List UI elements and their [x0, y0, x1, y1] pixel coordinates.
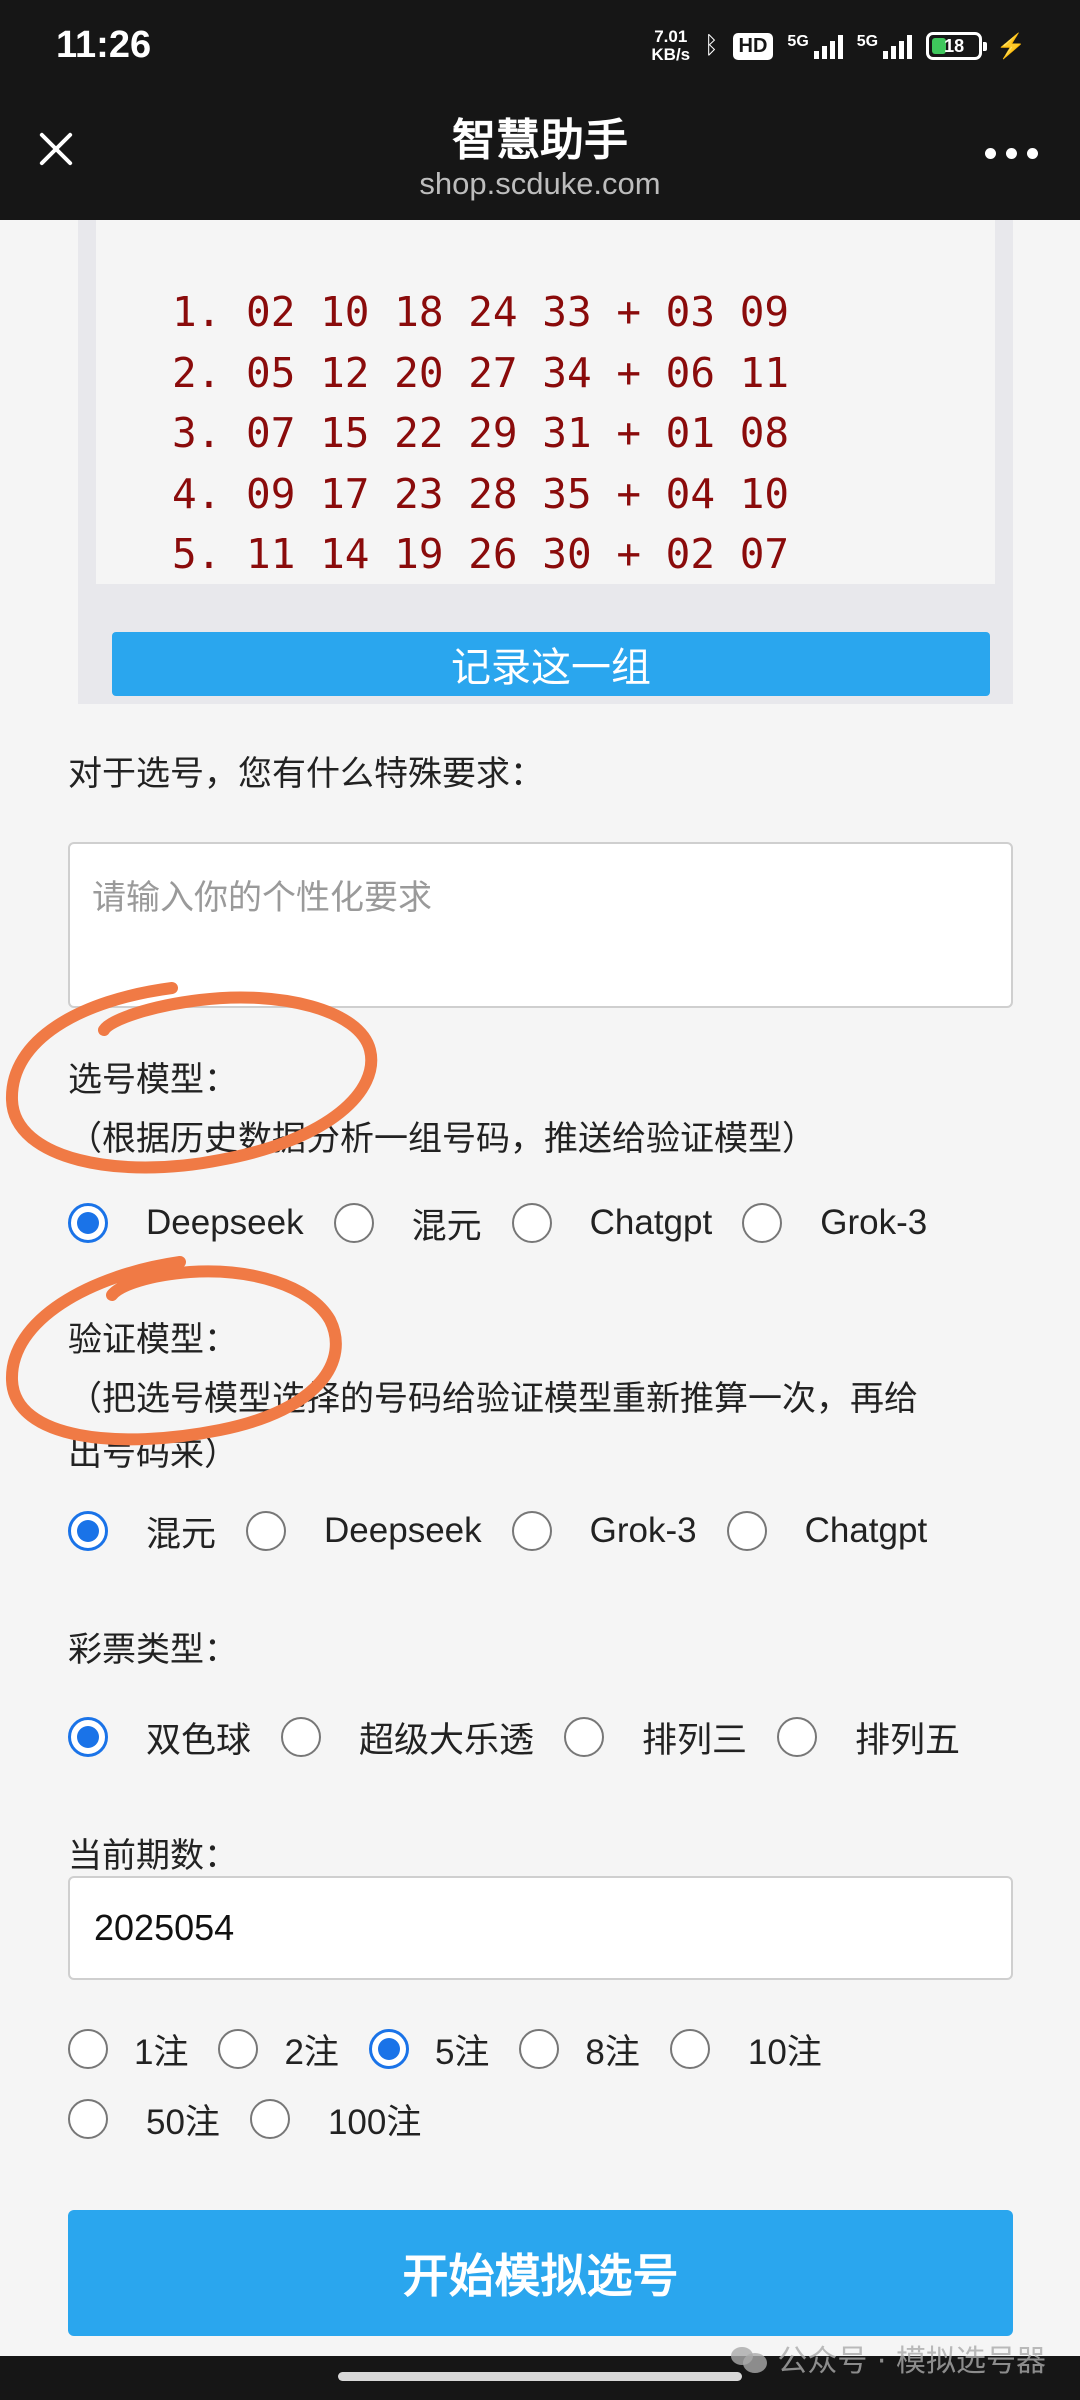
radio-bet-5[interactable] [368, 2029, 409, 2069]
option-label: 100注 [327, 2102, 422, 2142]
radio-bet-10[interactable] [669, 2029, 710, 2069]
verify-model-hint: （把选号模型选择的号码给验证模型重新推算一次，再给 [68, 1379, 918, 1419]
special-request-input[interactable] [68, 842, 1013, 1008]
radio-lottery-ssq[interactable] [68, 1717, 108, 1757]
watermark: 公众号 · 模拟选号器 [731, 2336, 1046, 2380]
verify-model-label: 验证模型： [68, 1320, 238, 1360]
result-row: 4. 09 17 23 28 35 + 04 10 [172, 469, 790, 518]
net-speed: 7.01 KB/s [651, 27, 691, 64]
radio-lottery-pl5[interactable] [777, 1717, 818, 1757]
bluetooth-icon: ᛒ [704, 32, 719, 59]
radio-verify-chatgpt[interactable] [726, 1511, 767, 1551]
option-label: Grok-3 [589, 1511, 697, 1550]
lottery-type-label: 彩票类型： [68, 1630, 238, 1670]
more-icon[interactable] [985, 148, 1038, 159]
home-indicator[interactable] [338, 2372, 742, 2381]
results-panel: 1. 02 10 18 24 33 + 03 09 2. 05 12 20 27… [78, 220, 1013, 704]
top-bar: 11:26 7.01 KB/s ᛒ HD 5G 5G 18 ⚡ 智慧助手 sho… [0, 0, 1080, 220]
result-row: 5. 11 14 19 26 30 + 02 07 [172, 530, 790, 578]
page-url: shop.scduke.com [419, 166, 661, 201]
radio-verify-deepseek[interactable] [246, 1511, 287, 1551]
option-label: Grok-3 [820, 1203, 928, 1242]
signal-icon: 5G [787, 33, 843, 59]
option-label: 双色球 [146, 1720, 252, 1760]
option-label: 超级大乐透 [359, 1720, 535, 1760]
radio-pick-chatgpt[interactable] [511, 1203, 552, 1243]
radio-pick-hunyuan[interactable] [333, 1203, 374, 1243]
result-row: 2. 05 12 20 27 34 + 06 11 [172, 348, 790, 397]
record-button[interactable]: 记录这一组 [112, 632, 990, 696]
lottery-type-options: 双色球 超级大乐透 排列三 排列五 [68, 1712, 990, 1762]
option-label: 2注 [284, 2032, 339, 2072]
period-label: 当前期数： [68, 1836, 238, 1876]
battery-icon: 18 [926, 32, 988, 60]
option-label: 排列三 [642, 1720, 748, 1760]
radio-bet-50[interactable] [68, 2099, 108, 2139]
pick-model-label-group: 选号模型： （根据历史数据分析一组号码，推送给验证模型） [68, 1052, 816, 1160]
radio-lottery-dlt[interactable] [281, 1717, 322, 1757]
option-label: Deepseek [146, 1203, 304, 1242]
radio-bet-100[interactable] [249, 2099, 290, 2139]
radio-verify-hunyuan[interactable] [68, 1511, 108, 1551]
radio-bet-8[interactable] [519, 2029, 560, 2069]
page-title: 智慧助手 [452, 115, 628, 166]
pick-model-options: Deepseek 混元 Chatgpt Grok-3 [68, 1198, 957, 1248]
option-label: 5注 [434, 2032, 490, 2072]
radio-bet-2[interactable] [218, 2029, 259, 2069]
pick-model-label: 选号模型： [68, 1060, 238, 1100]
charging-icon: ⚡ [996, 32, 1026, 60]
option-label: 10注 [747, 2032, 822, 2072]
option-label: 排列五 [855, 1720, 961, 1760]
results-box: 1. 02 10 18 24 33 + 03 09 2. 05 12 20 27… [96, 220, 995, 584]
radio-bet-1[interactable] [68, 2029, 108, 2069]
period-input[interactable] [68, 1876, 1013, 1980]
option-label: 50注 [146, 2102, 220, 2142]
option-label: 1注 [134, 2032, 189, 2072]
verify-model-label-group: 验证模型： （把选号模型选择的号码给验证模型重新推算一次，再给 出号码来） [68, 1312, 918, 1475]
result-row: 1. 02 10 18 24 33 + 03 09 [172, 288, 790, 336]
option-label: Chatgpt [589, 1203, 713, 1242]
signal-icon-2: 5G [857, 33, 913, 59]
status-time: 11:26 [56, 24, 152, 66]
result-list: 1. 02 10 18 24 33 + 03 09 2. 05 12 20 27… [172, 282, 789, 585]
option-label: Deepseek [324, 1511, 482, 1550]
radio-verify-grok[interactable] [511, 1511, 552, 1551]
result-row: 3. 07 15 22 29 31 + 01 08 [172, 409, 790, 457]
option-label: Chatgpt [804, 1511, 928, 1550]
hd-badge: HD [732, 32, 774, 60]
status-icons: 7.01 KB/s ᛒ HD 5G 5G 18 ⚡ [651, 28, 1026, 64]
wechat-icon [731, 2343, 768, 2373]
radio-pick-grok[interactable] [742, 1203, 783, 1243]
pick-model-hint: （根据历史数据分析一组号码，推送给验证模型） [68, 1119, 816, 1159]
verify-model-options: 混元 Deepseek Grok-3 Chatgpt [68, 1506, 957, 1556]
radio-lottery-pl3[interactable] [564, 1717, 605, 1757]
start-button[interactable]: 开始模拟选号 [68, 2210, 1013, 2336]
bet-count-options-row2: 50注 100注 [68, 2094, 451, 2144]
radio-pick-deepseek[interactable] [68, 1203, 108, 1243]
option-label: 混元 [146, 1514, 217, 1554]
verify-model-hint-2: 出号码来） [68, 1434, 238, 1474]
special-request-label: 对于选号，您有什么特殊要求： [68, 754, 544, 794]
bet-count-options-row1: 1注 2注 5注 8注 10注 [68, 2024, 852, 2074]
option-label: 8注 [585, 2032, 640, 2072]
option-label: 混元 [411, 1206, 482, 1246]
